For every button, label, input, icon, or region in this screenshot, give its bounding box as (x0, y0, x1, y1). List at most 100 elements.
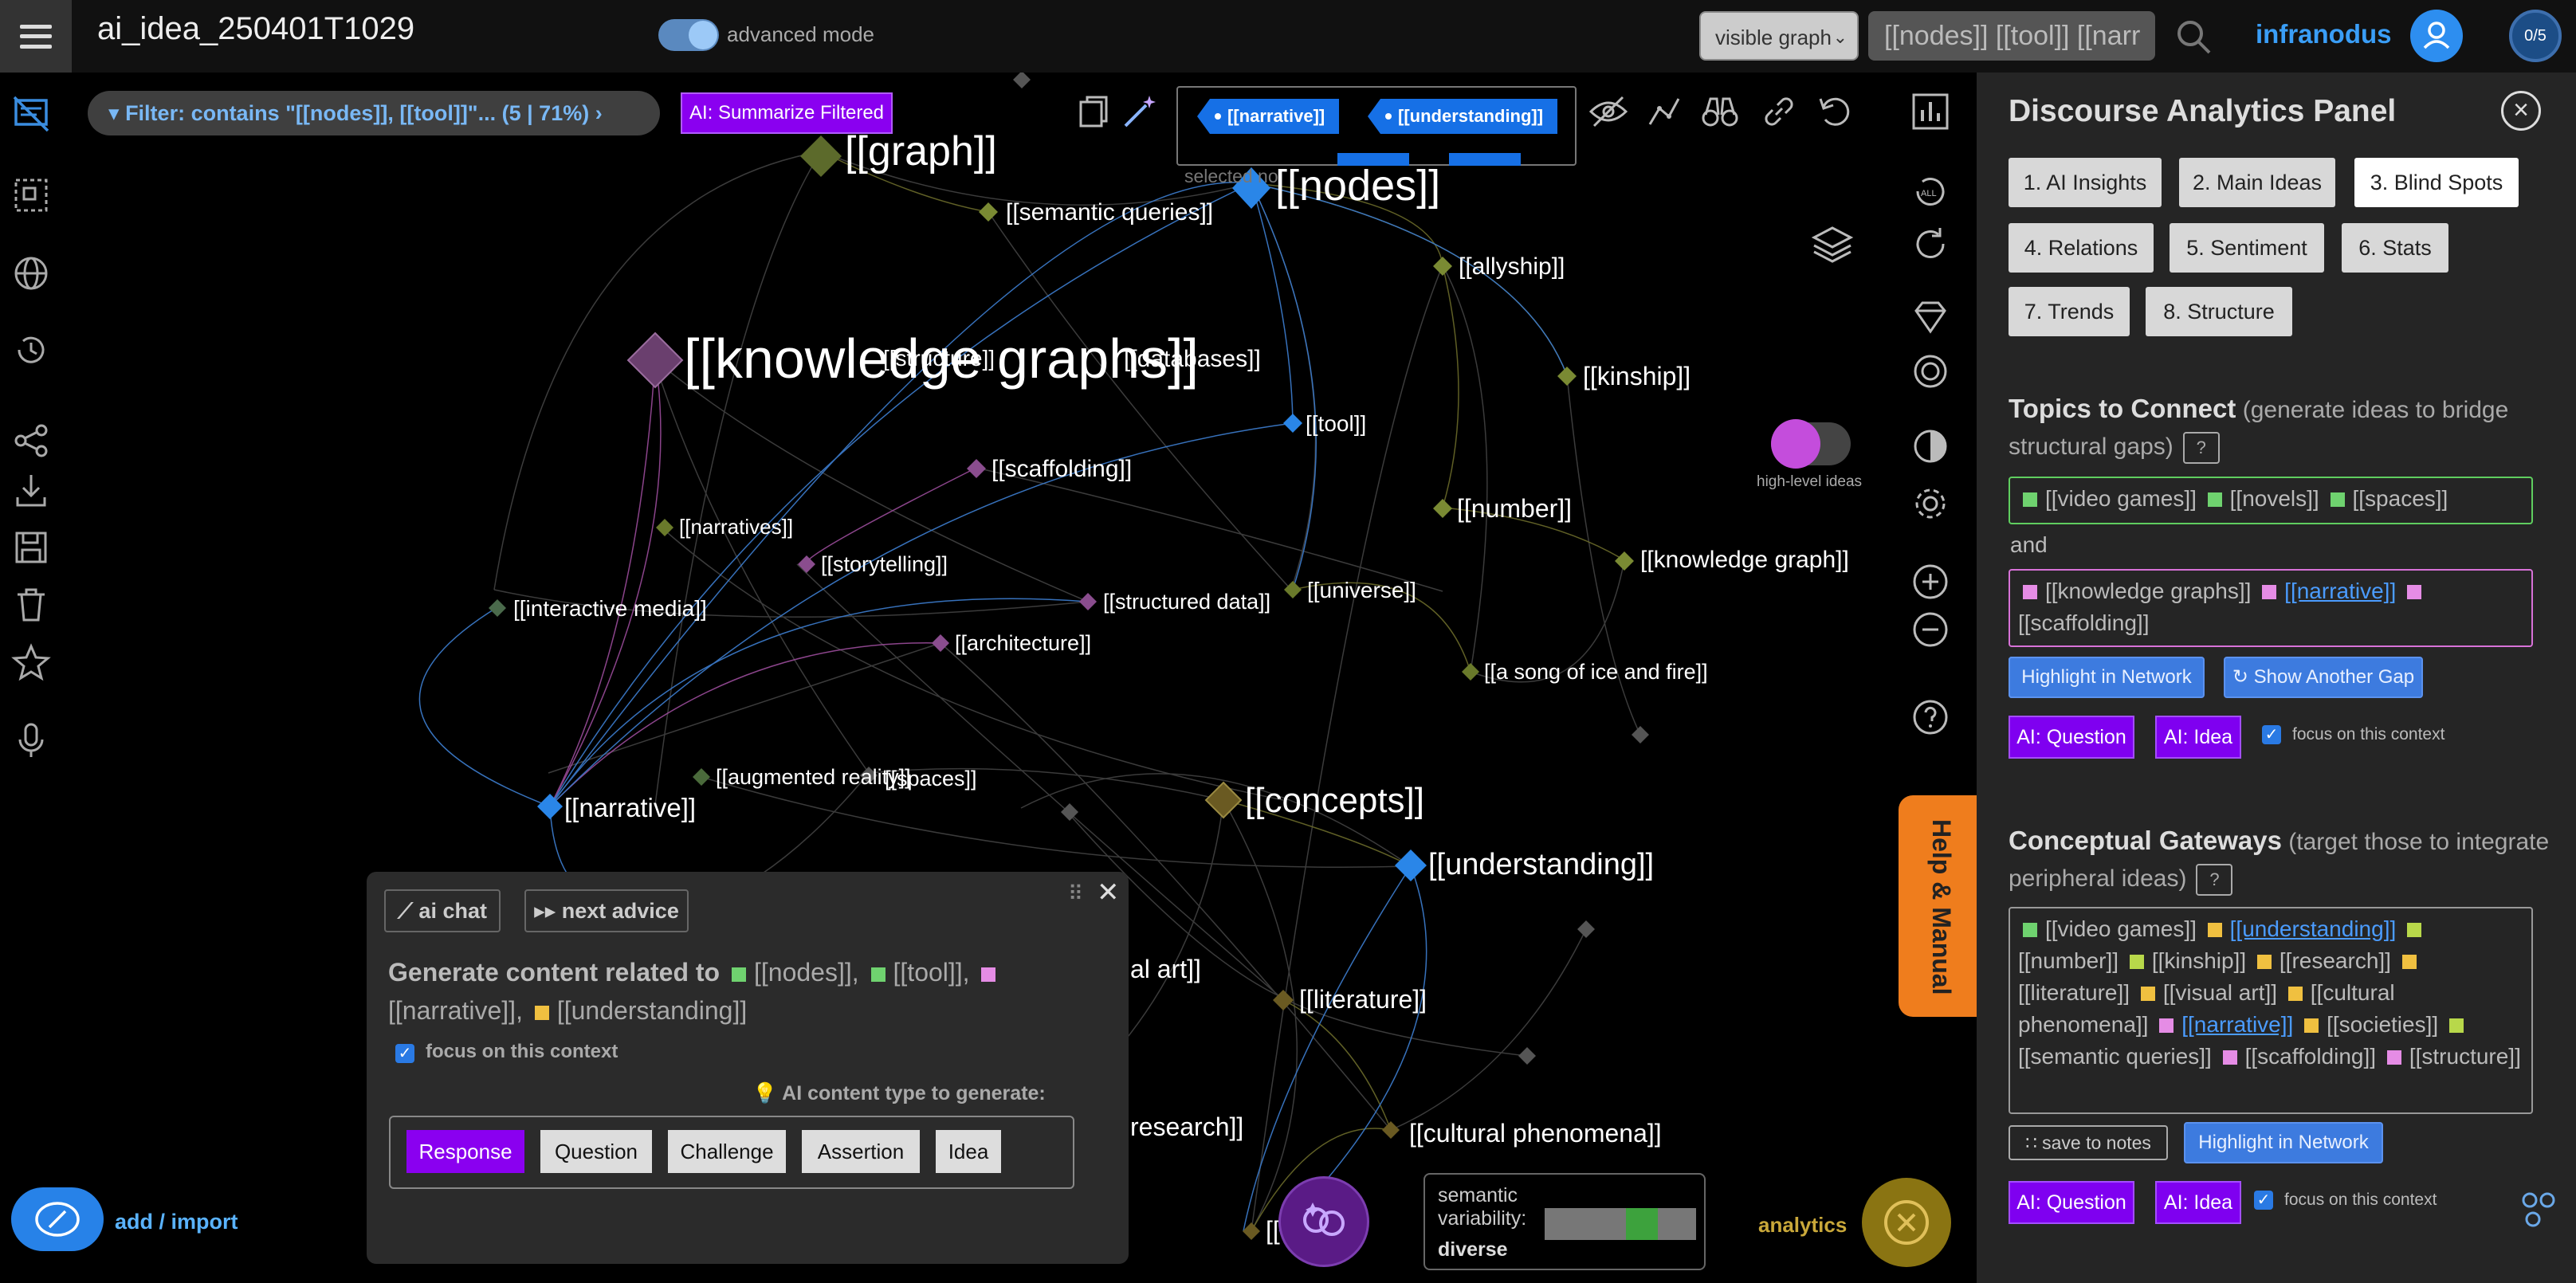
tab-blind-spots[interactable]: 3. Blind Spots (2354, 158, 2519, 207)
zoom-in-icon[interactable] (1910, 561, 1951, 602)
focus-context-checkbox[interactable]: ✓ (395, 1044, 414, 1063)
gateways-highlight-button[interactable]: Highlight in Network (2184, 1122, 2383, 1163)
tab-ai-insights[interactable]: 1. AI Insights (2009, 158, 2162, 207)
graph-node-label[interactable]: [[databases]] (1124, 346, 1261, 373)
tag-chip[interactable]: [[understanding]] (1368, 99, 1558, 134)
zoom-out-icon[interactable] (1910, 609, 1951, 650)
tab-structure[interactable]: 8. Structure (2146, 287, 2292, 336)
graph-node-label[interactable]: [[knowledge graph]] (1640, 547, 1849, 574)
magic-wand-icon[interactable] (1119, 91, 1160, 132)
type-idea-button[interactable]: Idea (936, 1130, 1001, 1173)
share-icon[interactable] (11, 421, 51, 461)
gateways-ai-idea-button[interactable]: AI: Idea (2155, 1181, 2241, 1224)
advanced-mode-toggle[interactable] (658, 19, 719, 51)
topics-group-2[interactable]: [[knowledge graphs]] [[narrative]] [[sca… (2009, 569, 2533, 647)
drag-handle-icon[interactable]: ⠿ (1068, 881, 1083, 906)
graph-node-label[interactable]: [[understanding]] (1428, 848, 1654, 882)
topics-help-button[interactable]: ? (2182, 432, 2220, 465)
graph-node-label[interactable]: research]] (1130, 1112, 1243, 1142)
analytics-chart-icon[interactable] (1910, 91, 1951, 132)
history-icon[interactable] (11, 330, 51, 370)
brand-logo[interactable]: infranodus (2256, 19, 2392, 49)
layers-icon[interactable] (1811, 223, 1854, 266)
save-icon[interactable] (11, 528, 51, 567)
context-node[interactable]: [[understanding]] (557, 996, 747, 1025)
search-icon[interactable] (2174, 18, 2213, 56)
help-icon[interactable] (1910, 696, 1951, 738)
type-assertion-button[interactable]: Assertion (802, 1130, 920, 1173)
trash-icon[interactable] (11, 585, 51, 625)
refresh-icon[interactable] (1910, 223, 1951, 265)
graph-node-label[interactable]: [[number]] (1457, 494, 1572, 524)
tab-trends[interactable]: 7. Trends (2009, 287, 2130, 336)
gateways-ai-question-button[interactable]: AI: Question (2009, 1181, 2134, 1224)
close-analytics-button[interactable] (1862, 1178, 1951, 1267)
graph-node-label[interactable]: [[narrative]] (564, 793, 696, 823)
undo-icon[interactable] (1814, 91, 1855, 132)
topics-focus-checkbox[interactable]: ✓ (2262, 725, 2281, 744)
tag-chip[interactable]: [[narrative]] (1197, 99, 1340, 134)
graph-node-label[interactable]: [[structured data]] (1103, 590, 1270, 614)
search-input[interactable]: [[nodes]] [[tool]] [[narr (1868, 11, 2155, 61)
type-challenge-button[interactable]: Challenge (668, 1130, 786, 1173)
binoculars-icon[interactable] (1699, 91, 1741, 132)
semantic-variability-box[interactable]: semantic variability: diverse (1423, 1173, 1706, 1270)
graph-node-label[interactable]: [[interactive media]] (513, 596, 707, 622)
type-response-button[interactable]: Response (406, 1130, 524, 1173)
target-icon[interactable] (1910, 351, 1951, 392)
graph-node-label[interactable]: [[semantic queries]] (1006, 199, 1213, 226)
graph-node-label[interactable]: [[a song of ice and fire]] (1484, 660, 1708, 685)
diamond-icon[interactable] (1910, 296, 1951, 338)
gateways-help-button[interactable]: ? (2196, 864, 2233, 897)
show-another-gap-button[interactable]: ↻ Show Another Gap (2224, 657, 2423, 698)
graph-node-label[interactable]: [[structure]] (883, 346, 995, 371)
highlight-in-network-button[interactable]: Highlight in Network (2009, 657, 2205, 698)
globe-icon[interactable] (11, 253, 51, 293)
ai-assistant-button[interactable] (1278, 1176, 1369, 1267)
close-chat-icon[interactable]: ✕ (1097, 877, 1120, 908)
graph-node-label[interactable]: [[graph]] (845, 128, 997, 175)
graph-node-label[interactable]: [[kinship]] (1583, 362, 1690, 391)
graph-node-label[interactable]: [[spaces]] (885, 767, 977, 791)
graph-node-label[interactable]: [[storytelling]] (821, 552, 948, 577)
panel-close-icon[interactable]: × (2501, 91, 2541, 131)
topics-ai-question-button[interactable]: AI: Question (2009, 716, 2134, 759)
ai-chat-tab[interactable]: ⟋ ai chat (384, 889, 501, 932)
next-advice-tab[interactable]: ▸▸ next advice (524, 889, 689, 932)
tab-relations[interactable]: 4. Relations (2009, 223, 2154, 273)
usage-counter-badge[interactable]: 0/5 (2509, 10, 2562, 62)
settings-gear-icon[interactable] (1910, 483, 1951, 524)
path-icon[interactable] (1643, 91, 1685, 132)
summarize-filtered-button[interactable]: AI: Summarize Filtered (681, 92, 893, 134)
graph-node-label[interactable]: [[augmented reality]] (716, 765, 911, 790)
eye-off-icon[interactable] (1588, 91, 1629, 132)
copy-icon[interactable] (1073, 91, 1114, 132)
tab-sentiment[interactable]: 5. Sentiment (2170, 223, 2324, 273)
save-to-notes-button[interactable]: ∷ save to notes (2009, 1125, 2168, 1160)
reset-all-icon[interactable]: ALL (1910, 171, 1951, 212)
select-frame-icon[interactable] (11, 175, 51, 215)
filter-pill[interactable]: ▾ Filter: contains "[[nodes]], [[tool]]"… (88, 91, 660, 135)
tab-main-ideas[interactable]: 2. Main Ideas (2179, 158, 2335, 207)
download-icon[interactable] (11, 470, 51, 510)
graph-node-label[interactable]: [[narratives]] (679, 515, 793, 539)
graph-node-label[interactable]: [[tool]] (1306, 411, 1366, 437)
menu-icon[interactable] (0, 0, 72, 73)
gateways-list[interactable]: [[video games]] [[understanding]] [[numb… (2009, 907, 2533, 1114)
context-node[interactable]: [[tool]], (893, 958, 970, 987)
graph-node-label[interactable]: al art]] (1130, 955, 1201, 984)
graph-node-label[interactable]: [[allyship]] (1459, 253, 1565, 281)
high-level-ideas-toggle[interactable] (1771, 419, 1851, 469)
context-node[interactable]: [[narrative]], (388, 996, 523, 1025)
graph-view-select[interactable]: visible graph ⌄ (1699, 11, 1859, 61)
graph-node-label[interactable]: [[universe]] (1307, 578, 1416, 603)
graph-node-label[interactable]: [[concepts]] (1245, 781, 1424, 821)
help-manual-tab[interactable]: Help & Manual (1899, 795, 1978, 1017)
star-icon[interactable] (11, 642, 51, 682)
graph-node-label[interactable]: [[literature]] (1299, 985, 1427, 1014)
page-title[interactable]: ai_idea_250401T1029 (97, 11, 414, 47)
topics-group-1[interactable]: [[video games]] [[novels]] [[spaces]] (2009, 477, 2533, 524)
network-structure-icon[interactable] (2517, 1187, 2560, 1230)
graph-node-label[interactable]: [[scaffolding]] (992, 456, 1132, 483)
gateways-focus-checkbox[interactable]: ✓ (2254, 1191, 2273, 1210)
